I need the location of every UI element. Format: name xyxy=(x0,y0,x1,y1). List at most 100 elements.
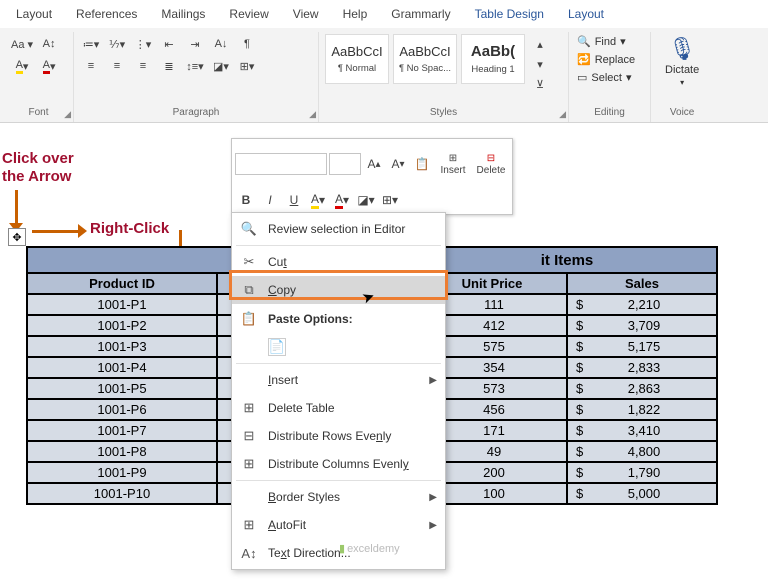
format-painter-btn[interactable]: 📋 xyxy=(411,153,433,175)
tab-table-design[interactable]: Table Design xyxy=(467,4,552,24)
cm-paste-option[interactable]: 📄 xyxy=(232,333,445,361)
style-nospacing[interactable]: AaBbCcI¶ No Spac... xyxy=(393,34,457,84)
increase-indent-btn[interactable]: ⇥ xyxy=(184,34,206,54)
underline-btn[interactable]: U xyxy=(283,189,305,211)
chevron-right-icon: ▶ xyxy=(429,375,437,386)
cm-delete-table[interactable]: ⊞Delete Table xyxy=(232,394,445,422)
cell-sales: $5,175 xyxy=(567,336,717,357)
launcher-icon[interactable]: ◢ xyxy=(559,109,566,120)
annotation-the-arrow: the Arrow xyxy=(2,168,71,185)
mini-insert-btn[interactable]: ⊞Insert xyxy=(435,142,471,186)
cm-cut[interactable]: ✂Cut xyxy=(232,248,445,276)
watermark: ▮exceldemy xyxy=(339,542,400,555)
dist-cols-icon: ⊞ xyxy=(240,455,258,473)
tab-layout2[interactable]: Layout xyxy=(560,4,612,24)
tab-references[interactable]: References xyxy=(68,4,145,24)
italic-btn[interactable]: I xyxy=(259,189,281,211)
mini-delete-btn[interactable]: ⊟Delete xyxy=(473,142,509,186)
select-icon: ▭ xyxy=(577,71,587,84)
mini-highlight-btn[interactable]: A▾ xyxy=(307,189,329,211)
ribbon-tabs: Layout References Mailings Review View H… xyxy=(0,0,768,28)
style-normal[interactable]: AaBbCcI¶ Normal xyxy=(325,34,389,84)
align-center-btn[interactable]: ≡ xyxy=(106,56,128,76)
decrease-indent-btn[interactable]: ⇤ xyxy=(158,34,180,54)
group-label-voice: Voice xyxy=(657,105,707,120)
change-case-btn[interactable]: A↕ xyxy=(38,34,60,54)
dist-rows-icon: ⊟ xyxy=(240,427,258,445)
mini-font-color-btn[interactable]: A▾ xyxy=(331,189,353,211)
cm-copy[interactable]: ⧉Copy xyxy=(232,276,445,304)
mini-toolbar: A▴ A▾ 📋 ⊞Insert ⊟Delete B I U A▾ A▾ ◪▾ ⊞… xyxy=(231,138,513,215)
cell-id: 1001-P4 xyxy=(27,357,217,378)
cm-border-styles[interactable]: Border Styles▶ xyxy=(232,483,445,511)
show-marks-btn[interactable]: ¶ xyxy=(236,34,258,54)
tab-grammarly[interactable]: Grammarly xyxy=(383,4,458,24)
styles-down-btn[interactable]: ▾ xyxy=(529,54,551,74)
chevron-right-icon: ▶ xyxy=(429,520,437,531)
multilevel-btn[interactable]: ⋮▾ xyxy=(132,34,154,54)
mini-shading-btn[interactable]: ◪▾ xyxy=(355,189,377,211)
paste-icon: 📋 xyxy=(240,310,258,328)
grow-font-btn[interactable]: A▴ xyxy=(363,153,385,175)
cm-dist-rows[interactable]: ⊟Distribute Rows Evenly xyxy=(232,422,445,450)
tab-help[interactable]: Help xyxy=(335,4,376,24)
mini-borders-btn[interactable]: ⊞▾ xyxy=(379,189,401,211)
font-name-input[interactable] xyxy=(235,153,327,175)
cell-sales: $4,800 xyxy=(567,441,717,462)
group-label-editing: Editing xyxy=(575,105,644,120)
line-spacing-btn[interactable]: ↕≡▾ xyxy=(184,56,206,76)
cm-review[interactable]: 🔍Review selection in Editor xyxy=(232,215,445,243)
cell-id: 1001-P7 xyxy=(27,420,217,441)
replace-icon: 🔁 xyxy=(577,53,591,66)
borders-btn[interactable]: ⊞▾ xyxy=(236,56,258,76)
ribbon: Aa ▾ A▾ A↕ A▾ Font ◢ ≔▾≡ ⅐▾≡ ⋮▾≡ ⇤≣ ⇥↕≡▾… xyxy=(0,28,768,123)
tab-view[interactable]: View xyxy=(285,4,327,24)
bullets-btn[interactable]: ≔▾ xyxy=(80,34,102,54)
tab-mailings[interactable]: Mailings xyxy=(153,4,213,24)
group-editing: 🔍Find ▾ 🔁Replace ▭Select ▾ Editing xyxy=(569,32,651,122)
replace-btn[interactable]: 🔁Replace xyxy=(575,52,637,67)
cm-dist-cols[interactable]: ⊞Distribute Columns Evenly xyxy=(232,450,445,478)
cell-sales: $2,833 xyxy=(567,357,717,378)
group-font: Aa ▾ A▾ A↕ A▾ Font ◢ xyxy=(4,32,74,122)
shading-btn[interactable]: ◪▾ xyxy=(210,56,232,76)
cm-autofit[interactable]: ⊞AutoFit▶ xyxy=(232,511,445,539)
font-color-btn[interactable]: A▾ xyxy=(38,56,60,76)
style-heading1[interactable]: AaBb(Heading 1 xyxy=(461,34,525,84)
cell-sales: $2,210 xyxy=(567,294,717,315)
col-sales: Sales xyxy=(567,273,717,294)
select-btn[interactable]: ▭Select ▾ xyxy=(575,70,637,85)
align-right-btn[interactable]: ≡ xyxy=(132,56,154,76)
autofit-icon: ⊞ xyxy=(240,516,258,534)
group-styles: AaBbCcI¶ Normal AaBbCcI¶ No Spac... AaBb… xyxy=(319,32,569,122)
table-move-handle[interactable]: ✥ xyxy=(8,228,26,246)
cell-sales: $2,863 xyxy=(567,378,717,399)
tab-review[interactable]: Review xyxy=(221,4,276,24)
styles-more-btn[interactable]: ⊻ xyxy=(529,74,551,94)
font-size-btn[interactable]: Aa ▾ xyxy=(10,34,34,54)
numbering-btn[interactable]: ⅐▾ xyxy=(106,34,128,54)
cm-insert[interactable]: Insert▶ xyxy=(232,366,445,394)
tab-layout[interactable]: Layout xyxy=(8,4,60,24)
find-btn[interactable]: 🔍Find ▾ xyxy=(575,34,637,49)
sort-btn[interactable]: A↓ xyxy=(210,34,232,54)
font-size-input[interactable] xyxy=(329,153,361,175)
dictate-btn[interactable]: 🎙Dictate▾ xyxy=(657,34,707,89)
group-paragraph: ≔▾≡ ⅐▾≡ ⋮▾≡ ⇤≣ ⇥↕≡▾ A↓◪▾ ¶⊞▾ Paragraph ◢ xyxy=(74,32,319,122)
justify-btn[interactable]: ≣ xyxy=(158,56,180,76)
launcher-icon[interactable]: ◢ xyxy=(309,109,316,120)
cell-sales: $3,709 xyxy=(567,315,717,336)
styles-up-btn[interactable]: ▴ xyxy=(529,34,551,54)
copy-icon: ⧉ xyxy=(240,281,258,299)
launcher-icon[interactable]: ◢ xyxy=(64,109,71,120)
insert-icon: ⊞ xyxy=(449,153,457,164)
paste-option-icon: 📄 xyxy=(268,338,286,356)
shrink-font-btn[interactable]: A▾ xyxy=(387,153,409,175)
cm-paste-header: 📋Paste Options: xyxy=(232,304,445,333)
annotation-right-click: Right-Click xyxy=(90,220,169,237)
delete-table-icon: ⊞ xyxy=(240,399,258,417)
align-left-btn[interactable]: ≡ xyxy=(80,56,102,76)
cell-id: 1001-P9 xyxy=(27,462,217,483)
highlight-btn[interactable]: A▾ xyxy=(10,56,34,76)
bold-btn[interactable]: B xyxy=(235,189,257,211)
